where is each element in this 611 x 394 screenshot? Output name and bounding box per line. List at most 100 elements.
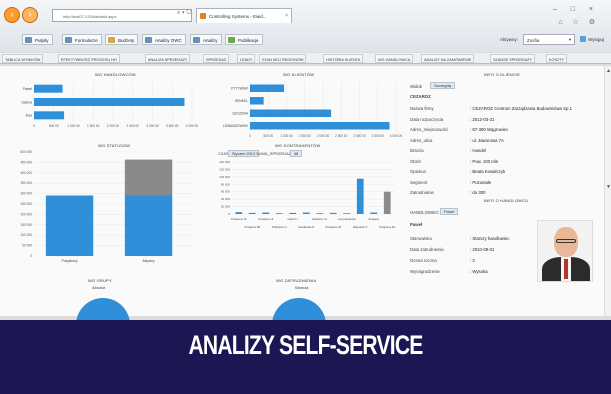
vertical-scrollbar[interactable]: ▲ ▼ xyxy=(604,66,611,316)
client-field-value: : CEZAROZ Centrum Zarządzania Budownictw… xyxy=(470,106,572,111)
scroll-up-icon[interactable]: ▲ xyxy=(606,68,611,74)
tab-favicon-icon xyxy=(200,13,206,19)
user-label: Aktywny: xyxy=(500,37,519,42)
category-label: LEWANDOWSKI xyxy=(223,124,248,128)
salesman-select-button[interactable]: Paweł xyxy=(440,208,459,215)
client-field-value: : Pow. 100 mln xyxy=(470,158,499,164)
client-field-value: : ul. Jaworowa 7A xyxy=(470,137,504,143)
fav-formularze[interactable]: Formularze xyxy=(62,34,102,45)
grupy-subtitle: Absolut xyxy=(92,285,106,290)
panel-title-zatrudnienie: WG ZATRUDNIENIA xyxy=(276,278,317,283)
category-label: Hotel 2 x xyxy=(288,217,299,221)
tab-koszty[interactable]: KOSZTY xyxy=(546,54,568,63)
fav-budzety[interactable]: Budżety xyxy=(105,34,139,45)
fav-label: Analizy OWC xyxy=(155,38,182,43)
salesman-field-label: Data zatrudnienia xyxy=(410,247,444,252)
y-tick-label: 250 000 xyxy=(20,202,32,206)
category-label: Polibrexon d xyxy=(272,225,287,229)
panel-title-grupy: WG GRUPY xyxy=(88,278,112,283)
category-label: Joanna xyxy=(21,100,32,104)
fav-pulpity[interactable]: Pulpity xyxy=(22,34,53,45)
bar xyxy=(124,159,173,196)
zatrudnienie-subtitle: Warsza xyxy=(295,285,309,290)
banner-title: ANALIZY SELF-SERVICE xyxy=(188,330,423,360)
x-tick-label: 2 000 00 xyxy=(107,124,120,128)
fav-analizy-owc[interactable]: Analizy OWC xyxy=(142,34,186,45)
x-tick-label: 3 000 00 xyxy=(353,134,366,138)
client-field-label: Adres_ulica xyxy=(410,137,433,143)
y-tick-label: 140 000 xyxy=(219,160,230,164)
photo-glasses xyxy=(556,239,576,243)
window-controls[interactable]: – □ × xyxy=(553,6,599,13)
browser-toolbar-icons[interactable]: ⌂ ☆ ⚙ xyxy=(558,18,599,26)
client-field-value: : do 300 xyxy=(470,190,486,195)
address-bar[interactable]: http://test07:1334/default.aspx xyxy=(52,9,192,22)
category-label: SZCZUNA xyxy=(232,112,248,116)
salesman-field-value: : 3 xyxy=(470,258,475,263)
category-label: CYTYWSKI xyxy=(231,87,248,91)
salesman-photo xyxy=(537,220,593,282)
fav-label: Formularze xyxy=(75,38,98,43)
fav-publikacje[interactable]: Publikacje xyxy=(225,34,263,45)
x-tick-label: 3 500 00 xyxy=(166,124,179,128)
y-tick-label: 450 000 xyxy=(20,160,32,164)
bar xyxy=(250,84,285,92)
main-tabs: TABLICA WYNIKÓW EFEKTYWNOŚĆ PROCESU HH A… xyxy=(0,53,611,64)
screenshot-root: ‹ › http://test07:1334/default.aspx ⌕ ▾ … xyxy=(0,0,611,394)
tab-stan-regionow[interactable]: STAN MOJ REGIONÓW xyxy=(259,54,307,63)
tab-close-icon[interactable]: × xyxy=(285,13,288,19)
fav-label: Publikacje xyxy=(238,38,259,43)
bar xyxy=(329,212,337,214)
scroll-down-icon[interactable]: ▼ xyxy=(606,184,611,190)
tab-szanse-sprzedazy[interactable]: SZANSE SPRZEDAŻY xyxy=(490,54,536,63)
salesman-label: HANDLOWIEC xyxy=(410,210,440,215)
salesman-title: INFO O HANDLOWCU xyxy=(484,198,529,203)
dashboard-icon xyxy=(25,37,32,43)
bar xyxy=(383,191,391,214)
client-field-label: Adres_miejscowość xyxy=(410,127,448,132)
y-tick-label: 60 000 xyxy=(221,190,231,194)
bar xyxy=(262,212,270,214)
address-bar-tools-icon[interactable]: ⌕ ▾ ↻ xyxy=(177,10,191,17)
view-details-button[interactable]: Szczegóły xyxy=(430,82,456,89)
x-tick-label: 3 000 00 xyxy=(146,124,159,128)
tab-wg-handlowca[interactable]: WG HANDLOWCA xyxy=(375,54,414,63)
tab-sprzedaz[interactable]: SPRZEDAŻ xyxy=(203,54,230,63)
back-button[interactable]: ‹ xyxy=(4,7,20,23)
salesman-field-value: : Starszy handlowiec xyxy=(470,236,510,241)
fav-label: Analizy xyxy=(203,38,218,43)
client-field-value: : 87-300 Wągrowiec xyxy=(470,127,509,132)
tab-analizy-na-zamowienie[interactable]: ANALIZY NA ZAMÓWIENIE xyxy=(421,54,475,63)
fav-analizy[interactable]: Analizy xyxy=(190,34,222,45)
y-tick-label: 0 xyxy=(30,254,32,258)
browser-tab[interactable]: Controlling Systems - Ewid... × xyxy=(196,8,292,23)
bar xyxy=(250,109,332,117)
client-field-value: : Pozostałe xyxy=(470,179,492,185)
bar xyxy=(250,97,264,105)
salesman-field-value: : Wysoka xyxy=(470,269,488,274)
y-tick-label: 0 xyxy=(228,212,230,216)
user-select[interactable]: Zosfia ▼ xyxy=(523,34,575,45)
logout-label: Wyloguj xyxy=(588,37,604,42)
x-tick-label: 4 000 00 xyxy=(390,134,403,138)
tab-historia-klienta[interactable]: HISTORIA KLIENTA xyxy=(323,54,364,63)
photo-tie xyxy=(564,259,568,279)
logout-button[interactable]: Wyloguj xyxy=(580,34,604,45)
x-tick-label: 500 00 xyxy=(49,124,59,128)
tab-tablica-wynikow[interactable]: TABLICA WYNIKÓW xyxy=(2,54,44,63)
tab-leady[interactable]: LEADY xyxy=(237,54,256,63)
category-label: Prosperus 20 xyxy=(326,225,342,229)
salesman-field-label: Stanowisko xyxy=(410,236,432,241)
logout-icon xyxy=(580,36,586,42)
client-info-panel: INFO O KLIENCIE Widok Szczegóły CEZAROZ … xyxy=(404,72,600,314)
y-tick-label: 500 000 xyxy=(20,150,32,154)
x-tick-label: 500 00 xyxy=(263,134,273,138)
tab-analiza-sprzedazy[interactable]: ANALIZA SPRZEDAŻY xyxy=(145,54,191,63)
category-label: Lucymandowsk xyxy=(338,217,357,221)
y-tick-label: 200 000 xyxy=(20,212,32,216)
tab-efektywnosc-procesu[interactable]: EFEKTYWNOŚĆ PROCESU HH xyxy=(58,54,120,63)
x-tick-label: 2 000 00 xyxy=(317,134,330,138)
forward-button[interactable]: › xyxy=(22,7,38,23)
chevron-down-icon: ▼ xyxy=(568,37,572,42)
bar xyxy=(250,122,390,130)
